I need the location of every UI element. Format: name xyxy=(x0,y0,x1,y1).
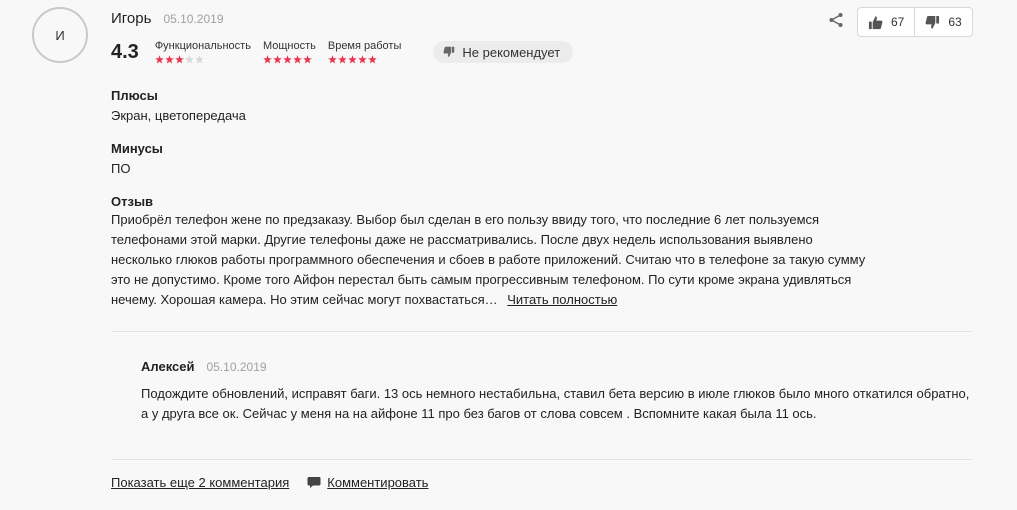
star-rating xyxy=(328,55,402,64)
cons-title: Минусы xyxy=(111,141,163,156)
review-date: 05.10.2019 xyxy=(163,12,224,26)
recommendation-label: Не рекомендует xyxy=(462,44,561,60)
star-filled-icon xyxy=(358,55,367,64)
rating-row: 4.3 Функциональность Мощность Время рабо… xyxy=(111,40,574,64)
speech-bubble-icon xyxy=(307,477,321,488)
share-icon[interactable] xyxy=(828,12,844,28)
avatar-initial: И xyxy=(55,27,65,43)
comment-actions: Показать еще 2 комментария Комментироват… xyxy=(111,475,428,490)
review-body-text: Приобрёл телефон жене по предзаказу. Выб… xyxy=(111,212,866,307)
divider xyxy=(111,459,971,460)
star-filled-icon xyxy=(273,55,282,64)
reply-header: Алексей 05.10.2019 xyxy=(141,359,267,374)
star-filled-icon xyxy=(303,55,312,64)
thumbs-down-icon xyxy=(443,46,455,57)
review-text: Приобрёл телефон жене по предзаказу. Выб… xyxy=(111,210,871,310)
divider xyxy=(111,331,971,332)
criterion-label: Время работы xyxy=(327,40,402,52)
comment-label: Комментировать xyxy=(327,475,429,490)
star-filled-icon xyxy=(348,55,357,64)
avatar[interactable]: И xyxy=(32,7,88,63)
reply-text: Подождите обновлений, исправят баги. 13 … xyxy=(141,386,970,421)
vote-box: 67 63 xyxy=(857,7,973,37)
author-row: Игорь 05.10.2019 xyxy=(111,10,224,27)
comment-button[interactable]: Комментировать xyxy=(307,475,428,490)
criterion-label: Функциональность xyxy=(154,40,251,52)
criterion-label: Мощность xyxy=(262,40,316,52)
criterion-battery-life: Время работы xyxy=(327,40,402,64)
star-rating xyxy=(154,55,251,64)
cons-text: ПО xyxy=(111,161,131,176)
show-more-comments-link[interactable]: Показать еще 2 комментария xyxy=(111,475,289,490)
star-filled-icon xyxy=(328,55,337,64)
reply-date: 05.10.2019 xyxy=(206,360,267,374)
upvote-button[interactable]: 67 xyxy=(858,8,914,36)
pros-text: Экран, цветопередача xyxy=(111,108,246,123)
read-more-link[interactable]: Читать полностью xyxy=(507,292,617,307)
not-recommend-badge: Не рекомендует xyxy=(433,41,574,63)
star-filled-icon xyxy=(174,55,184,64)
thumbs-up-icon xyxy=(868,15,883,29)
review-title: Отзыв xyxy=(111,194,154,209)
star-filled-icon xyxy=(263,55,272,64)
star-rating xyxy=(263,55,316,64)
downvote-count: 63 xyxy=(948,15,962,29)
star-filled-icon xyxy=(293,55,302,64)
pros-title: Плюсы xyxy=(111,88,158,103)
star-filled-icon xyxy=(338,55,347,64)
criterion-functionality: Функциональность xyxy=(155,40,251,64)
criterion-power: Мощность xyxy=(263,40,316,64)
star-filled-icon xyxy=(164,55,174,64)
star-filled-icon xyxy=(154,55,164,64)
upvote-count: 67 xyxy=(891,15,905,29)
star-filled-icon xyxy=(283,55,292,64)
thumbs-down-icon xyxy=(925,15,940,29)
star-filled-icon xyxy=(368,55,377,64)
rating-score: 4.3 xyxy=(111,41,139,63)
author-name[interactable]: Игорь xyxy=(111,10,151,27)
downvote-button[interactable]: 63 xyxy=(914,8,971,36)
star-empty-icon xyxy=(184,55,194,64)
star-empty-icon xyxy=(194,55,204,64)
reply-author[interactable]: Алексей xyxy=(141,359,195,374)
